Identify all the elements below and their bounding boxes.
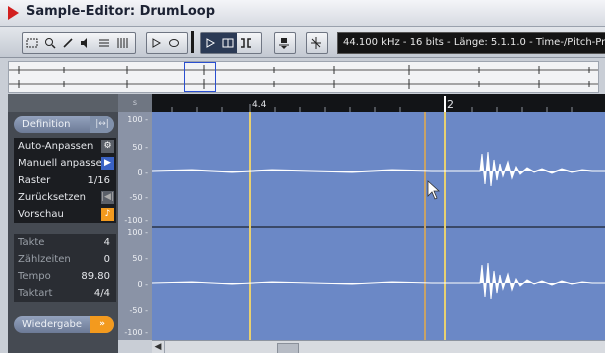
audio-info-display: 44.100 kHz - 16 bits - Länge: 5.1.1.0 - … — [337, 32, 605, 54]
grid-value[interactable]: 1/16 — [88, 172, 110, 189]
ruler-label-2: 2 — [447, 98, 454, 111]
brackets-icon[interactable] — [237, 33, 255, 53]
horizontal-scrollbar[interactable]: ◀ — [152, 340, 605, 353]
grid-row[interactable]: Raster 1/16 — [14, 172, 116, 189]
tempo-label: Tempo — [18, 271, 51, 282]
overview-waveform — [9, 65, 598, 89]
pencil-icon[interactable] — [59, 33, 77, 53]
cursor-icon[interactable]: ▶ — [101, 157, 114, 170]
scale-tick: 0 - — [137, 168, 148, 177]
definition-section[interactable]: Definition |↔| — [14, 116, 114, 133]
scale-tick: -100 - — [124, 328, 148, 337]
split-group — [306, 32, 328, 54]
signature-row[interactable]: Taktart 4/4 — [14, 285, 116, 302]
definition-label: Definition — [22, 119, 71, 130]
playback-section[interactable]: Wiedergabe » — [14, 316, 114, 333]
window-title: Sample-Editor: DrumLoop — [26, 4, 216, 19]
overview-line[interactable] — [8, 61, 599, 93]
manual-adjust-row[interactable]: Manuell anpasse ▶ — [14, 155, 116, 172]
timeline-ruler[interactable]: 4.4 2 — [152, 94, 605, 112]
reset-icon[interactable]: |◀| — [101, 191, 114, 204]
sample-editor-window: Sample-Editor: DrumLoop 44.100 kHz - 16 … — [0, 0, 605, 353]
preview-row[interactable]: Vorschau ♪ — [14, 206, 116, 223]
insert-group — [274, 32, 296, 54]
panel-header — [8, 94, 118, 112]
range-select-icon[interactable] — [23, 33, 41, 53]
beats-label: Zählzeiten — [18, 254, 71, 265]
reset-label: Zurücksetzen — [18, 192, 86, 203]
gear-icon[interactable]: ⚙ — [101, 140, 114, 153]
split-icon[interactable] — [307, 33, 325, 53]
bars-row[interactable]: Takte 4 — [14, 234, 116, 251]
tempo-value[interactable]: 89.80 — [81, 268, 110, 285]
play-icon[interactable] — [147, 33, 165, 53]
scroll-left-icon[interactable]: ◀ — [152, 341, 165, 353]
mode-group — [146, 32, 188, 54]
toolbar: 44.100 kHz - 16 bits - Länge: 5.1.1.0 - … — [0, 27, 605, 58]
playback-label: Wiedergabe — [22, 319, 83, 330]
expand-icon[interactable]: |↔| — [90, 116, 114, 133]
scale-tick: -100 - — [124, 216, 148, 225]
bars-label: Takte — [18, 237, 45, 248]
mouse-pointer-icon — [427, 180, 441, 200]
overview-view-frame[interactable] — [184, 62, 216, 92]
note-icon[interactable]: ♪ — [101, 208, 114, 221]
reset-row[interactable]: Zurücksetzen |◀| — [14, 189, 116, 206]
scale-tick: 50 - — [132, 143, 148, 152]
insert-icon[interactable] — [275, 33, 293, 53]
cubase-logo-icon — [8, 6, 19, 20]
scale-tick: -50 - — [129, 306, 149, 315]
signature-label: Taktart — [18, 288, 53, 299]
bars-value[interactable]: 4 — [104, 234, 110, 251]
tool-group — [22, 32, 136, 54]
scrub-icon[interactable] — [95, 33, 113, 53]
auto-adjust-label: Auto-Anpassen — [18, 141, 94, 152]
scale-tick: -50 - — [129, 193, 149, 202]
speaker-icon[interactable] — [77, 33, 95, 53]
snap-icon[interactable] — [201, 33, 219, 53]
auto-adjust-row[interactable]: Auto-Anpassen ⚙ — [14, 138, 116, 155]
ruler-label-4-4: 4.4 — [252, 100, 267, 110]
loop-icon[interactable] — [165, 33, 183, 53]
beats-value[interactable]: 0 — [104, 251, 110, 268]
hitpoint-icon[interactable] — [219, 33, 237, 53]
grid-icon[interactable] — [113, 33, 131, 53]
scale-tick: 0 - — [137, 280, 148, 289]
ruler-corner: s — [118, 94, 152, 112]
beats-row[interactable]: Zählzeiten 0 — [14, 251, 116, 268]
tempo-row[interactable]: Tempo 89.80 — [14, 268, 116, 285]
grid-label: Raster — [18, 175, 51, 186]
manual-adjust-label: Manuell anpasse — [18, 158, 102, 169]
waveform-svg — [151, 112, 605, 340]
amplitude-scale: 100 - 50 - 0 - -50 - -100 - 100 - 50 - 0… — [118, 112, 152, 340]
scale-tick: 50 - — [132, 254, 148, 263]
ruler-ticks — [171, 96, 573, 112]
zoom-icon[interactable] — [41, 33, 59, 53]
scrollbar-thumb[interactable] — [277, 343, 299, 353]
view-group — [200, 32, 262, 54]
level-marker — [191, 31, 194, 53]
signature-value[interactable]: 4/4 — [94, 285, 110, 302]
playback-icon[interactable]: » — [90, 316, 114, 333]
waveform-display[interactable] — [151, 112, 605, 340]
title-bar: Sample-Editor: DrumLoop — [0, 0, 605, 27]
preview-label: Vorschau — [18, 209, 64, 220]
left-panel: Definition |↔| Auto-Anpassen ⚙ Manuell a… — [8, 94, 118, 353]
scale-tick: 100 - — [127, 115, 148, 124]
scale-tick: 100 - — [127, 228, 148, 237]
